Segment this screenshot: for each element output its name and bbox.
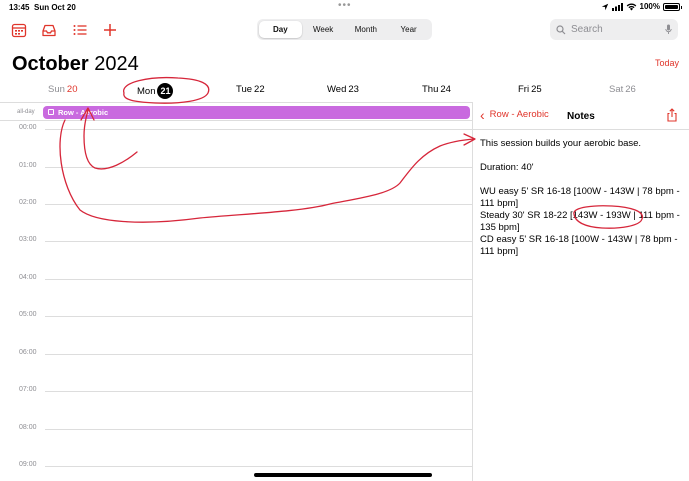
back-label: Row - Aerobic [489,109,549,120]
hour-line: 02:00 [0,199,473,206]
hour-label: 01:00 [19,162,37,169]
day-sun[interactable]: Sun 20 [48,84,77,95]
calendar-icon[interactable] [11,22,27,38]
year: 2024 [94,53,139,75]
hour-line: 04:00 [0,274,473,281]
hour-line: 07:00 [0,386,473,393]
notes-line-cooldown: CD easy 5' SR 16-18 [100W - 143W | 78 bp… [480,234,678,257]
today-button[interactable]: Today [655,58,679,68]
status-right: 100% [601,2,682,11]
hour-line: 05:00 [0,311,473,318]
hour-line: 03:00 [0,236,473,243]
hour-line: 06:00 [0,349,473,356]
battery-icon [663,2,682,11]
day-name: Sat [609,84,624,95]
day-number-selected: 21 [157,83,174,99]
add-icon[interactable] [102,22,118,38]
panel-title: Notes [567,111,595,122]
day-number: 25 [531,84,542,95]
hour-label: 07:00 [19,386,37,393]
hour-label: 00:00 [19,124,37,131]
multitasking-dots-icon[interactable]: ••• [338,0,352,11]
day-name: Sun [48,84,65,95]
event-row-aerobic[interactable]: Row - Aerobic [43,105,470,119]
week-day-bar: Sun 20 Mon 21 Tue 22 Wed 23 Thu 24 Fri 2… [0,83,689,99]
day-name: Wed [327,84,347,95]
tab-day[interactable]: Day [259,21,302,38]
all-day-row: all-day Row - Aerobic [0,102,473,121]
inbox-icon[interactable] [41,22,57,38]
day-thu[interactable]: Thu 24 [422,84,451,95]
tab-month[interactable]: Month [345,21,388,38]
signal-icon [611,2,623,11]
tab-year[interactable]: Year [387,21,430,38]
view-segmented-control: Day Week Month Year [257,19,432,40]
hour-label: 06:00 [19,349,37,356]
hour-line: 00:00 [0,124,473,131]
home-indicator[interactable] [254,473,432,477]
day-number: 26 [625,84,636,95]
month-title: October 2024 [12,53,139,76]
microphone-icon[interactable] [665,24,672,35]
location-icon [601,3,608,10]
list-icon[interactable] [72,22,88,38]
day-sat[interactable]: Sat 26 [609,84,636,95]
day-name: Fri [518,84,530,95]
day-wed[interactable]: Wed 23 [327,84,359,95]
day-name: Tue [236,84,253,95]
hour-label: 02:00 [19,199,37,206]
notes-body[interactable]: This session builds your aerobic base. D… [480,138,685,258]
status-time: 13:45 [9,3,30,12]
notes-line-steady: Steady 30' SR 18-22 [143W - 193W | 111 b… [480,210,680,233]
search-field[interactable]: Search [550,19,678,40]
hour-line: 08:00 [0,424,473,431]
notes-panel: ‹ Row - Aerobic Notes This session build… [473,102,689,481]
hour-label: 09:00 [19,461,37,468]
hour-grid[interactable]: 00:00 01:00 02:00 03:00 04:00 05:00 06:0… [0,121,473,481]
search-placeholder: Search [571,24,603,35]
day-mon-selected[interactable]: Mon 21 [137,83,174,99]
back-button[interactable]: ‹ Row - Aerobic [480,106,549,123]
hour-line: 09:00 [0,461,473,468]
hour-line: 01:00 [0,162,473,169]
hour-label: 05:00 [19,311,37,318]
battery-percent: 100% [639,2,660,11]
tab-week[interactable]: Week [302,21,345,38]
day-name: Thu [422,84,439,95]
month-name: October [12,53,89,75]
hour-label: 08:00 [19,424,37,431]
status-bar: 13:45 Sun Oct 20 ••• 100% [0,0,689,14]
all-day-label: all-day [17,109,35,115]
hour-label: 03:00 [19,236,37,243]
day-name: Mon [137,86,156,97]
day-number: 24 [440,84,451,95]
share-icon[interactable] [665,108,679,122]
hour-label: 04:00 [19,274,37,281]
day-number: 23 [348,84,359,95]
wifi-icon [626,2,636,11]
event-calendar-icon [48,109,54,115]
day-number: 20 [66,84,78,95]
day-tue[interactable]: Tue 22 [236,84,265,95]
notes-intervals: WU easy 5' SR 16-18 [100W - 143W | 78 bp… [480,186,685,258]
event-title: Row - Aerobic [58,107,109,117]
notes-line-warmup: WU easy 5' SR 16-18 [100W - 143W | 78 bp… [480,186,680,209]
day-number: 22 [254,84,265,95]
search-icon [556,24,566,34]
notes-duration: Duration: 40' [480,162,534,173]
notes-intro: This session builds your aerobic base. [480,138,642,149]
notes-header: ‹ Row - Aerobic Notes [473,102,689,130]
chevron-left-icon: ‹ [480,106,485,123]
day-fri[interactable]: Fri 25 [518,84,542,95]
status-date: Sun Oct 20 [34,3,76,12]
